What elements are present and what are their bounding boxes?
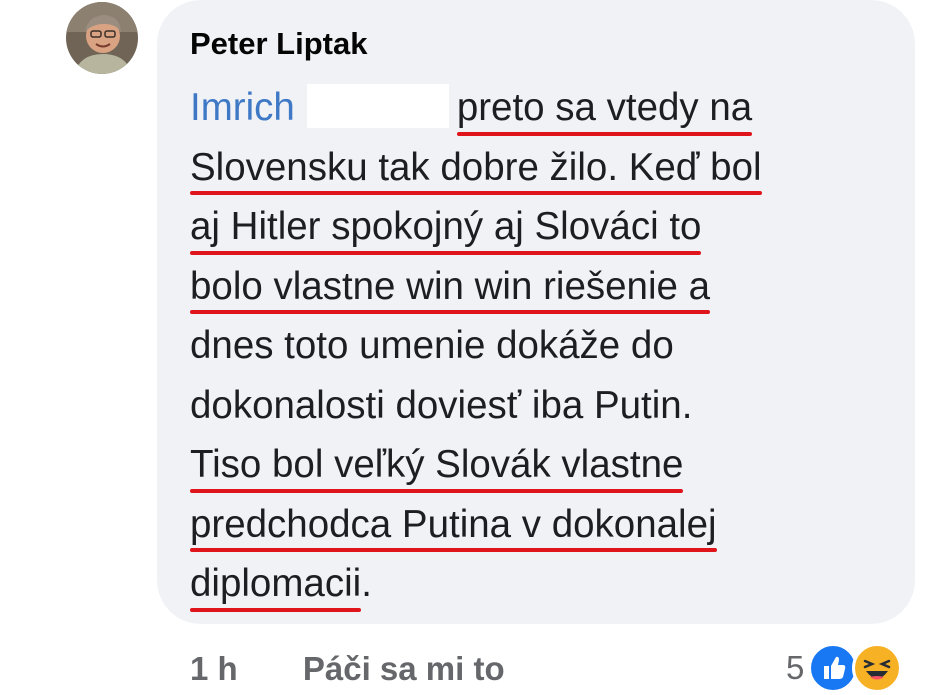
comment-line: predchodca Putina v dokonalej <box>190 495 910 555</box>
underlined-text: predchodca Putina v dokonalej <box>190 495 717 555</box>
underlined-text: aj Hitler spokojný aj Slováci to <box>190 197 702 257</box>
thumbs-up-icon <box>808 643 859 693</box>
underlined-text: bolo vlastne win win riešenie a <box>190 257 711 317</box>
underlined-text: diplomacii <box>190 554 362 614</box>
avatar-image <box>66 2 138 74</box>
comment-line: Imrich preto sa vtedy na <box>190 78 910 138</box>
reactions-summary[interactable]: 5 <box>786 642 903 694</box>
comment-line: diplomacii. <box>190 554 910 614</box>
comment-text-segment: . <box>361 562 372 605</box>
comment-text-segment: dokonalosti doviesť iba Putin. <box>190 383 693 427</box>
avatar[interactable] <box>66 2 138 74</box>
comment-timestamp[interactable]: 1 h <box>190 650 238 687</box>
comment-line: dokonalosti doviesť iba Putin. <box>190 376 910 436</box>
comment-text: Imrich preto sa vtedy na Slovensku tak do… <box>190 78 910 614</box>
comment-line: aj Hitler spokojný aj Slováci to <box>190 197 910 257</box>
underlined-text: Slovensku tak dobre žilo. Keď bol <box>190 138 762 198</box>
comment-line: dnes toto umenie dokáže do <box>190 316 910 376</box>
comment-author[interactable]: Peter Liptak <box>190 26 367 62</box>
comment-line: Slovensku tak dobre žilo. Keď bol <box>190 138 910 198</box>
underlined-text: preto sa vtedy na <box>456 78 753 138</box>
underlined-text: Tiso bol veľký Slovák vlastne <box>190 435 684 495</box>
comment-footer: 1 h Páči sa mi to <box>190 644 505 694</box>
mention-link[interactable]: Imrich <box>190 86 295 129</box>
laughing-face-icon <box>852 643 903 693</box>
redacted-name <box>306 84 449 128</box>
comment-line: bolo vlastne win win riešenie a <box>190 257 910 317</box>
like-button[interactable]: Páči sa mi to <box>303 650 505 687</box>
comment-line: Tiso bol veľký Slovák vlastne <box>190 435 910 495</box>
reaction-count: 5 <box>786 649 805 686</box>
comment-text-segment: dnes toto umenie dokáže do <box>190 324 674 367</box>
